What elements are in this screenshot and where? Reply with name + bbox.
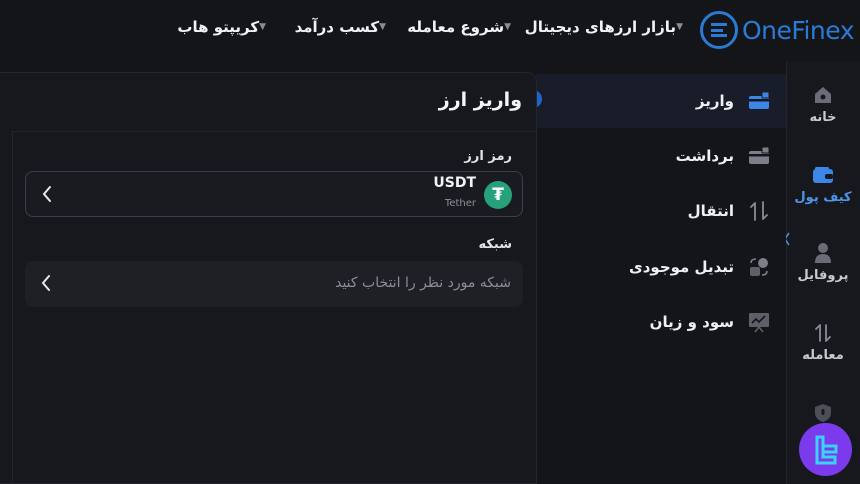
rail-item-trade[interactable]: معامله [786, 322, 860, 363]
rail-item-label: معامله [802, 348, 844, 363]
nav-item-label: بازار ارزهای دیجیتال [524, 18, 677, 36]
nav-item-label: کریپتو هاب [177, 18, 260, 36]
caret-down-icon: ▼ [676, 22, 683, 32]
menu-item-convert[interactable]: تبدیل موجودی [536, 240, 786, 294]
divider [12, 132, 13, 483]
nav-item-label: شروع معامله [407, 18, 505, 36]
brand-logo[interactable]: OneFinex [700, 10, 855, 50]
menu-item-withdraw[interactable]: برداشت [536, 129, 786, 183]
menu-item-label: انتقال [687, 202, 734, 220]
user-icon [812, 242, 834, 264]
menu-item-label: تبدیل موجودی [628, 258, 734, 276]
menu-item-deposit[interactable]: واریز [536, 74, 786, 128]
rail-item-label: خانه [809, 110, 837, 125]
rail-item-label: کیف پول [794, 190, 852, 205]
deposit-panel: واریز ارز رمز ارز ₮ USDT Tether شبکه شبک… [0, 72, 537, 484]
menu-item-label: برداشت [675, 147, 734, 165]
network-selector[interactable]: شبکه مورد نظر را انتخاب کنید [25, 261, 523, 307]
menu-item-transfer[interactable]: انتقال [536, 184, 786, 238]
menu-item-label: سود و زیان [649, 313, 734, 331]
nav-item-crypto-market[interactable]: بازار ارزهای دیجیتال ▼ [525, 18, 687, 36]
trade-arrows-icon [812, 322, 834, 344]
caret-down-icon: ▼ [259, 22, 266, 32]
rail-item-wallet[interactable]: کیف پول [786, 164, 860, 205]
nav-item-earn[interactable]: کسب درآمد ▼ [295, 18, 390, 36]
brand-name: OneFinex [742, 15, 855, 45]
coin-field-label: رمز ارز [464, 149, 512, 164]
coin-name: Tether [444, 198, 476, 209]
caret-down-icon: ▼ [379, 22, 386, 32]
brand-badge-icon [815, 435, 837, 464]
network-field-label: شبکه [478, 237, 512, 252]
pnl-chart-icon [748, 311, 770, 333]
chevron-left-icon [40, 184, 54, 204]
floating-brand-badge[interactable] [799, 423, 852, 476]
onefinex-logo-icon [700, 11, 738, 49]
menu-item-label: واریز [695, 92, 734, 110]
home-icon [812, 84, 834, 106]
nav-item-label: کسب درآمد [294, 18, 380, 36]
menu-item-pnl[interactable]: سود و زیان [536, 295, 786, 349]
coin-symbol: USDT [433, 175, 476, 191]
wallet-icon [812, 164, 834, 186]
caret-down-icon: ▼ [504, 22, 511, 32]
deposit-card-icon [748, 90, 770, 112]
convert-icon [748, 256, 770, 278]
wallet-menu: واریز برداشت انتقال تبدیل موجودی سود و ز… [532, 62, 786, 484]
nav-item-crypto-hub[interactable]: کریپتو هاب ▼ [177, 18, 270, 36]
rail-item-home[interactable]: خانه [786, 84, 860, 125]
side-rail: خانه کیف پول پروفایل معامله [784, 62, 860, 484]
rail-item-label: پروفایل [797, 268, 849, 283]
page-title: واریز ارز [438, 89, 522, 111]
coin-selector[interactable]: ₮ USDT Tether [25, 171, 523, 217]
chevron-left-icon [39, 273, 53, 293]
transfer-arrows-icon [748, 200, 770, 222]
divider [12, 131, 536, 132]
shield-icon [812, 402, 834, 424]
nav-item-start-trading[interactable]: شروع معامله ▼ [407, 18, 515, 36]
network-placeholder: شبکه مورد نظر را انتخاب کنید [335, 275, 511, 291]
top-navbar: OneFinex بازار ارزهای دیجیتال ▼ شروع معا… [0, 0, 860, 62]
tether-icon: ₮ [484, 181, 512, 209]
rail-item-profile[interactable]: پروفایل [786, 242, 860, 283]
withdraw-card-icon [748, 145, 770, 167]
